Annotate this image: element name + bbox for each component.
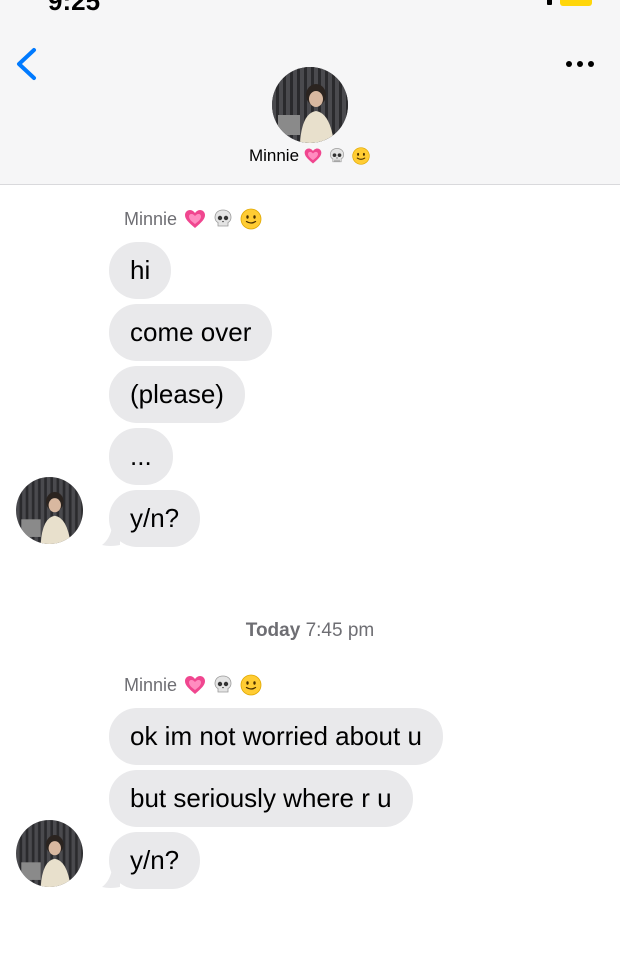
timestamp-time: 7:45 pm xyxy=(305,620,375,641)
contact-avatar[interactable] xyxy=(272,67,348,143)
sender-label: Minnie xyxy=(124,673,263,697)
smile-emoji-icon xyxy=(352,147,370,165)
timestamp-divider: Today 7:45 pm xyxy=(0,620,620,642)
more-dot xyxy=(577,61,583,67)
bubble-tail xyxy=(102,869,120,888)
skull-emoji-icon xyxy=(330,148,345,163)
sender-name: Minnie xyxy=(124,674,178,695)
sender-name: Minnie xyxy=(124,208,178,229)
contact-name: Minnie xyxy=(248,146,300,165)
message-bubble[interactable]: come over xyxy=(109,304,273,361)
heart-emoji-icon xyxy=(185,210,206,228)
contact-photo xyxy=(272,67,348,143)
skull-emoji-icon xyxy=(214,209,232,227)
sender-photo xyxy=(16,820,83,887)
signal-icon xyxy=(547,0,552,5)
smile-emoji-icon xyxy=(240,208,262,230)
heart-emoji-icon xyxy=(304,148,322,164)
sender-photo xyxy=(16,477,83,544)
skull-emoji-icon xyxy=(214,675,232,693)
message-bubble[interactable]: hi xyxy=(109,242,172,299)
status-time: 9:25 xyxy=(48,0,101,16)
battery-icon xyxy=(560,0,592,6)
chevron-left-icon xyxy=(17,48,36,80)
back-button[interactable] xyxy=(10,44,46,84)
heart-emoji-icon xyxy=(185,676,206,694)
conversation-header: 9:25 Minnie xyxy=(0,0,620,185)
more-dot xyxy=(566,61,572,67)
more-options-button[interactable] xyxy=(562,50,598,78)
bubble-tail xyxy=(102,527,120,546)
status-bar: 9:25 xyxy=(0,0,620,16)
contact-name-row[interactable]: Minnie xyxy=(0,146,620,166)
status-icons xyxy=(547,0,592,6)
message-bubble[interactable]: (please) xyxy=(109,366,245,423)
sender-avatar[interactable] xyxy=(16,477,83,544)
message-bubble[interactable]: ... xyxy=(109,428,173,485)
message-bubble[interactable]: but seriously where r u xyxy=(109,770,413,827)
message-bubble[interactable]: ok im not worried about u xyxy=(109,708,443,765)
smile-emoji-icon xyxy=(240,674,262,696)
sender-label: Minnie xyxy=(124,207,263,231)
timestamp-day: Today xyxy=(245,620,301,641)
more-dot xyxy=(588,61,594,67)
sender-avatar[interactable] xyxy=(16,820,83,887)
message-bubble[interactable]: y/n? xyxy=(109,490,201,547)
message-bubble[interactable]: y/n? xyxy=(109,832,201,889)
